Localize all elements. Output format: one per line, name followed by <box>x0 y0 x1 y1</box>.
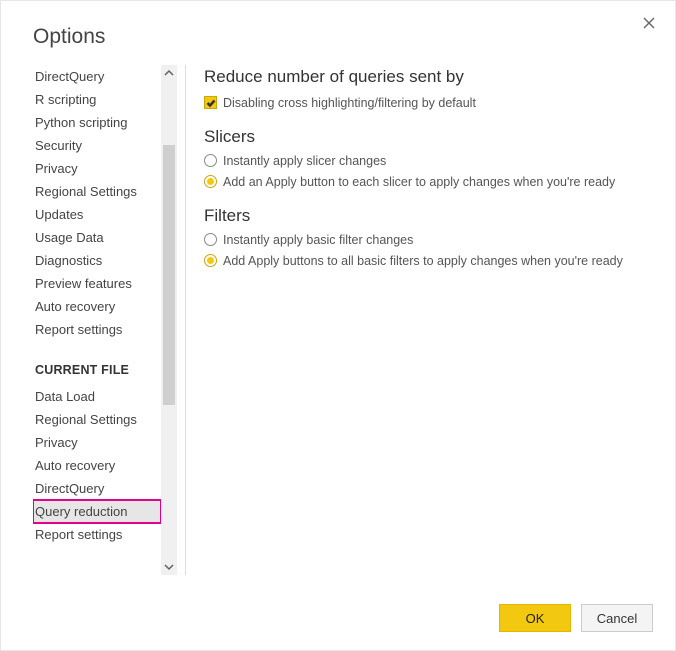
ok-button[interactable]: OK <box>499 604 571 632</box>
sidebar-item-data-load[interactable]: Data Load <box>33 385 161 408</box>
sidebar-scrollbar[interactable] <box>161 65 177 575</box>
radio-icon <box>204 154 217 167</box>
radio-slicers-instant[interactable]: Instantly apply slicer changes <box>204 153 655 171</box>
sidebar-item-directquery[interactable]: DirectQuery <box>33 477 161 500</box>
radio-icon <box>204 254 217 267</box>
scroll-up-icon[interactable] <box>161 65 177 81</box>
dialog-title: Options <box>1 1 675 65</box>
radio-slicers-apply-button[interactable]: Add an Apply button to each slicer to ap… <box>204 174 655 192</box>
sidebar-item-usage-data[interactable]: Usage Data <box>33 226 161 249</box>
sidebar-item-preview-features[interactable]: Preview features <box>33 272 161 295</box>
vertical-divider <box>185 65 186 575</box>
sidebar-item-regional-settings[interactable]: Regional Settings <box>33 180 161 203</box>
radio-label: Add an Apply button to each slicer to ap… <box>223 174 615 192</box>
group-title-filters: Filters <box>204 206 655 226</box>
sidebar-item-diagnostics[interactable]: Diagnostics <box>33 249 161 272</box>
sidebar-item-query-reduction[interactable]: Query reduction <box>33 500 161 523</box>
checkmark-icon <box>204 96 217 109</box>
radio-filters-instant[interactable]: Instantly apply basic filter changes <box>204 232 655 250</box>
section-header-current-file: CURRENT FILE <box>33 341 161 385</box>
checkbox-label: Disabling cross highlighting/filtering b… <box>223 95 476 113</box>
sidebar-item-security[interactable]: Security <box>33 134 161 157</box>
radio-icon <box>204 233 217 246</box>
radio-label: Instantly apply slicer changes <box>223 153 386 171</box>
radio-label: Add Apply buttons to all basic filters t… <box>223 253 623 271</box>
sidebar-item-directquery[interactable]: DirectQuery <box>33 65 161 88</box>
radio-label: Instantly apply basic filter changes <box>223 232 413 250</box>
options-sidebar: DirectQueryR scriptingPython scriptingSe… <box>33 65 161 575</box>
radio-filters-apply-button[interactable]: Add Apply buttons to all basic filters t… <box>204 253 655 271</box>
radio-icon <box>204 175 217 188</box>
sidebar-item-regional-settings[interactable]: Regional Settings <box>33 408 161 431</box>
cancel-button[interactable]: Cancel <box>581 604 653 632</box>
scroll-thumb[interactable] <box>163 145 175 405</box>
group-title-reduce: Reduce number of queries sent by <box>204 67 655 87</box>
options-main-panel: Reduce number of queries sent by Disabli… <box>204 65 675 575</box>
scroll-down-icon[interactable] <box>161 559 177 575</box>
sidebar-item-updates[interactable]: Updates <box>33 203 161 226</box>
checkbox-disable-cross-highlight[interactable]: Disabling cross highlighting/filtering b… <box>204 95 655 113</box>
sidebar-item-python-scripting[interactable]: Python scripting <box>33 111 161 134</box>
sidebar-item-privacy[interactable]: Privacy <box>33 431 161 454</box>
sidebar-item-auto-recovery[interactable]: Auto recovery <box>33 295 161 318</box>
sidebar-item-report-settings[interactable]: Report settings <box>33 523 161 546</box>
sidebar-item-privacy[interactable]: Privacy <box>33 157 161 180</box>
close-button[interactable] <box>639 13 659 33</box>
sidebar-item-auto-recovery[interactable]: Auto recovery <box>33 454 161 477</box>
group-title-slicers: Slicers <box>204 127 655 147</box>
sidebar-item-r-scripting[interactable]: R scripting <box>33 88 161 111</box>
sidebar-item-report-settings[interactable]: Report settings <box>33 318 161 341</box>
